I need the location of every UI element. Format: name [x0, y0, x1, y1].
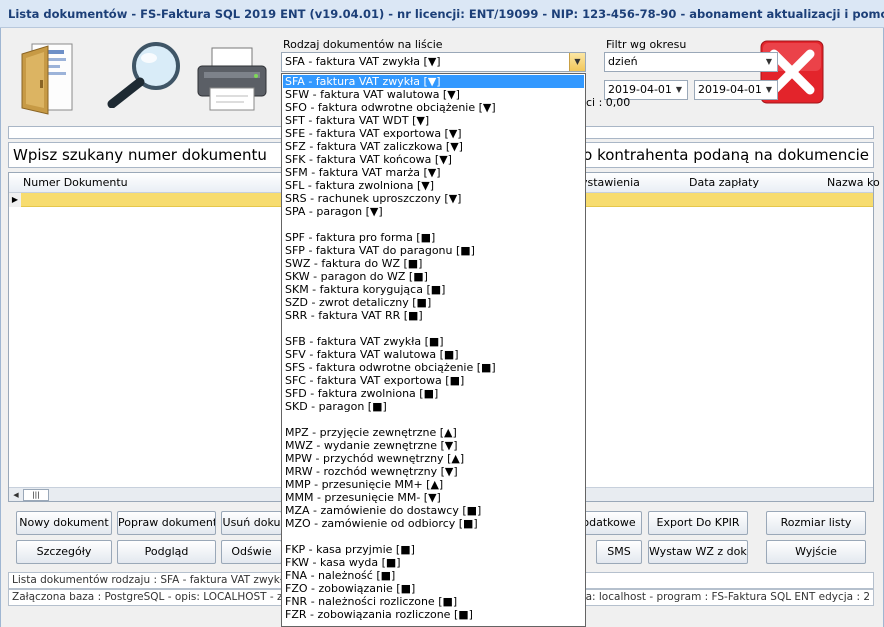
dropdown-option[interactable]: SFB - faktura VAT zwykła [■]	[283, 335, 584, 348]
dropdown-separator	[283, 322, 584, 335]
dropdown-option[interactable]: FKW - kasa wyda [■]	[283, 556, 584, 569]
export-kpir-button[interactable]: Export Do KPIR	[648, 511, 748, 535]
dropdown-option[interactable]: FZO - zobowiązanie [■]	[283, 582, 584, 595]
column-header-name[interactable]: Nazwa ko	[827, 176, 880, 189]
search-magnifier-icon[interactable]	[104, 40, 184, 108]
doc-type-dropdown-list[interactable]: SFA - faktura VAT zwykła [▼] SFW - faktur…	[281, 73, 586, 627]
dropdown-option[interactable]: SFD - faktura zwolniona [■]	[283, 387, 584, 400]
list-size-button[interactable]: Rozmiar listy	[766, 511, 866, 535]
dropdown-option[interactable]: MZO - zamówienie od odbiorcy [■]	[283, 517, 584, 530]
column-header-payment-date[interactable]: Data zapłaty	[689, 176, 759, 189]
dropdown-option[interactable]: SFM - faktura VAT marża [▼]	[283, 166, 584, 179]
dropdown-option[interactable]: SFO - faktura odwrotne obciążenie [▼]	[283, 101, 584, 114]
scroll-left-icon[interactable]: ◀	[10, 489, 22, 501]
details-button[interactable]: Szczegóły	[16, 540, 112, 564]
dropdown-option[interactable]: MPW - przychód wewnętrzny [▲]	[283, 452, 584, 465]
dropdown-option[interactable]: MWZ - wydanie zewnętrzne [▼]	[283, 439, 584, 452]
search-hint-left: Wpisz szukany numer dokumentu	[13, 146, 267, 164]
dropdown-option[interactable]: MRW - rozchód wewnętrzny [▼]	[283, 465, 584, 478]
documents-icon[interactable]	[18, 42, 78, 116]
window-title-bar: Lista dokumentów - FS-Faktura SQL 2019 E…	[0, 0, 884, 28]
sms-button[interactable]: SMS	[596, 540, 642, 564]
status-server-text: wera: localhost - program : FS-Faktura S…	[563, 590, 870, 605]
new-document-button[interactable]: Nowy dokument	[16, 511, 112, 535]
printer-icon[interactable]	[194, 46, 270, 112]
dropdown-option[interactable]: MZA - zamówienie do dostawcy [■]	[283, 504, 584, 517]
dropdown-separator	[283, 530, 584, 543]
dropdown-option[interactable]: MMM - przesunięcie MM- [▼]	[283, 491, 584, 504]
dropdown-separator	[283, 218, 584, 231]
dropdown-option[interactable]: FKP - kasa przyjmie [■]	[283, 543, 584, 556]
chevron-down-icon[interactable]: ▼	[761, 81, 777, 99]
dropdown-separator	[283, 413, 584, 426]
chevron-down-icon[interactable]: ▼	[761, 53, 777, 71]
refresh-button[interactable]: Odświe	[221, 540, 282, 564]
dropdown-option[interactable]: SFC - faktura VAT exportowa [■]	[283, 374, 584, 387]
dropdown-option[interactable]: SFZ - faktura VAT zaliczkowa [▼]	[283, 140, 584, 153]
exit-button[interactable]: Wyjście	[766, 540, 866, 564]
dropdown-option[interactable]: SFP - faktura VAT do paragonu [■]	[283, 244, 584, 257]
delete-document-button[interactable]: Usuń doku	[221, 511, 282, 535]
period-select[interactable]: dzień ▼	[604, 52, 778, 72]
date-to-value: 2019-04-01	[698, 83, 762, 96]
edit-document-button[interactable]: Popraw dokument	[117, 511, 216, 535]
dropdown-option[interactable]: SFS - faktura odwrotne obciążenie [■]	[283, 361, 584, 374]
preview-button[interactable]: Podgląd	[117, 540, 216, 564]
status-doc-type-text: Lista dokumentów rodzaju : SFA - faktura…	[12, 574, 305, 586]
doc-type-label: Rodzaj dokumentów na liście	[283, 38, 443, 51]
dropdown-option[interactable]: SPA - paragon [▼]	[283, 205, 584, 218]
dropdown-option[interactable]: FNA - należność [■]	[283, 569, 584, 582]
dropdown-option[interactable]: MMP - przesunięcie MM+ [▲]	[283, 478, 584, 491]
issue-wz-button[interactable]: Wystaw WZ z dok.	[648, 540, 748, 564]
dropdown-option[interactable]: SFT - faktura VAT WDT [▼]	[283, 114, 584, 127]
date-to-picker[interactable]: 2019-04-01 ▼	[694, 80, 778, 100]
dropdown-option[interactable]: SFK - faktura VAT końcowa [▼]	[283, 153, 584, 166]
doc-type-select[interactable]: SFA - faktura VAT zwykła [▼] ▼	[281, 52, 586, 72]
dropdown-option[interactable]: FNR - należności rozliczone [■]	[283, 595, 584, 608]
dropdown-option[interactable]: SKM - faktura korygująca [■]	[283, 283, 584, 296]
dropdown-option[interactable]: SWZ - faktura do WZ [■]	[283, 257, 584, 270]
dropdown-option[interactable]: SFL - faktura zwolniona [▼]	[283, 179, 584, 192]
chevron-down-icon[interactable]: ▼	[569, 53, 585, 71]
column-header-number[interactable]: Numer Dokumentu	[23, 176, 128, 189]
dropdown-option[interactable]: SZD - zwrot detaliczny [■]	[283, 296, 584, 309]
status-database-text: Załączona baza : PostgreSQL - opis: LOCA…	[12, 591, 299, 603]
dropdown-option[interactable]: SRR - faktura VAT RR [■]	[283, 309, 584, 322]
dropdown-option[interactable]: SRS - rachunek uproszczony [▼]	[283, 192, 584, 205]
period-label: Filtr wg okresu	[606, 38, 687, 51]
dropdown-option[interactable]: SPF - faktura pro forma [■]	[283, 231, 584, 244]
partial-sum: ci : 0,00	[586, 96, 631, 109]
dropdown-option[interactable]: MPZ - przyjęcie zewnętrzne [▲]	[283, 426, 584, 439]
date-from-value: 2019-04-01	[608, 83, 672, 96]
column-header-issue-date[interactable]: ystawienia	[581, 176, 640, 189]
dropdown-option[interactable]: SKW - paragon do WZ [■]	[283, 270, 584, 283]
dropdown-option[interactable]: FZR - zobowiązania rozliczone [■]	[283, 608, 584, 621]
row-pointer-icon: ▶	[9, 193, 21, 207]
doc-type-value: SFA - faktura VAT zwykła [▼]	[285, 55, 441, 68]
dropdown-option[interactable]: SFV - faktura VAT walutowa [■]	[283, 348, 584, 361]
scroll-thumb[interactable]: |||	[23, 489, 49, 501]
search-hint-right: ego kontrahenta podaną na dokumencie	[564, 146, 869, 164]
dropdown-option[interactable]: SFW - faktura VAT walutowa [▼]	[283, 88, 584, 101]
period-value: dzień	[608, 55, 638, 68]
dropdown-option[interactable]: SFA - faktura VAT zwykła [▼]	[283, 75, 584, 88]
dropdown-option[interactable]: SKD - paragon [■]	[283, 400, 584, 413]
dropdown-option[interactable]: SFE - faktura VAT exportowa [▼]	[283, 127, 584, 140]
chevron-down-icon[interactable]: ▼	[671, 81, 687, 99]
window-title: Lista dokumentów - FS-Faktura SQL 2019 E…	[8, 7, 884, 21]
